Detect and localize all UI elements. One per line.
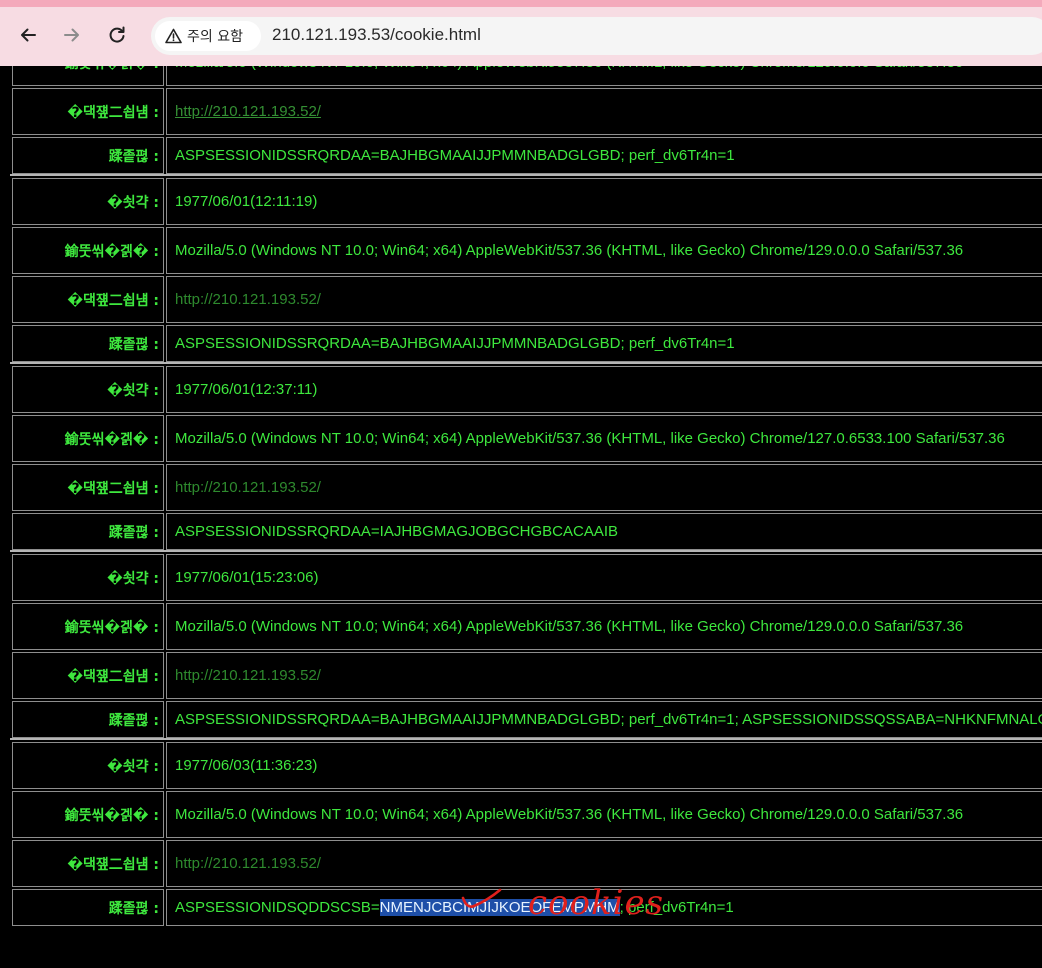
agent-value: Mozilla/5.0 (Windows NT 10.0; Win64; x64…	[166, 66, 1042, 86]
referer-row: �댁쟾二쇱냼 : http://210.121.193.52/	[10, 462, 1042, 511]
time-row: �쇳갹 : 1977/06/01(12:37:11)	[10, 364, 1042, 413]
referer-row: �댁쟾二쇱냼 : http://210.121.193.52/	[10, 274, 1042, 323]
reload-button[interactable]	[99, 17, 135, 53]
log-record: 鍮뚯씪�겕� : Mozilla/5.0 (Windows NT 10.0; W…	[10, 66, 1042, 174]
cookie-label: 蹂좉펺 :	[12, 889, 164, 926]
referer-link[interactable]: http://210.121.193.52/	[166, 464, 1042, 511]
time-value: 1977/06/01(12:11:19)	[166, 178, 1042, 225]
agent-value: Mozilla/5.0 (Windows NT 10.0; Win64; x64…	[166, 227, 1042, 274]
page-content: 鍮뚯씪�겕� : Mozilla/5.0 (Windows NT 10.0; W…	[0, 66, 1042, 968]
referer-row: �댁쟾二쇱냼 : http://210.121.193.52/	[10, 86, 1042, 135]
agent-label: 鍮뚯씪�겕� :	[12, 415, 164, 462]
log-record: �쇳갹 : 1977/06/01(12:37:11) 鍮뚯씪�겕� : Mozi…	[10, 362, 1042, 550]
agent-label: 鍮뚯씪�겕� :	[12, 603, 164, 650]
log-record: �쇳갹 : 1977/06/01(12:11:19) 鍮뚯씪�겕� : Mozi…	[10, 174, 1042, 362]
time-row: �쇳갹 : 1977/06/01(12:11:19)	[10, 176, 1042, 225]
referer-label: �댁쟾二쇱냼 :	[12, 276, 164, 323]
agent-label: 鍮뚯씪�겕� :	[12, 227, 164, 274]
address-bar[interactable]: 주의 요함 210.121.193.53/cookie.html	[151, 17, 1042, 55]
arrow-right-icon	[64, 28, 79, 42]
cookie-value: ASPSESSIONIDSSRQRDAA=BAJHBGMAAIJJPMMNBAD…	[166, 137, 1042, 174]
referer-label: �댁쟾二쇱냼 :	[12, 840, 164, 887]
agent-row: 鍮뚯씪�겕� : Mozilla/5.0 (Windows NT 10.0; W…	[10, 225, 1042, 274]
log-record: �쇳갹 : 1977/06/01(15:23:06) 鍮뚯씪�겕� : Mozi…	[10, 550, 1042, 738]
referer-link[interactable]: http://210.121.193.52/	[166, 88, 1042, 135]
agent-row: 鍮뚯씪�겕� : Mozilla/5.0 (Windows NT 10.0; W…	[10, 66, 1042, 86]
time-value: 1977/06/01(15:23:06)	[166, 554, 1042, 601]
cookie-row: 蹂좉펺 : ASPSESSIONIDSSRQRDAA=BAJHBGMAAIJJP…	[10, 323, 1042, 362]
cookie-label: 蹂좉펺 :	[12, 701, 164, 738]
browser-toolbar: 주의 요함 210.121.193.53/cookie.html	[0, 0, 1042, 66]
back-button[interactable]	[10, 17, 46, 53]
agent-row: 鍮뚯씪�겕� : Mozilla/5.0 (Windows NT 10.0; W…	[10, 601, 1042, 650]
security-warning-label: 주의 요함	[187, 29, 243, 45]
cookie-row: 蹂좉펺 : ASPSESSIONIDSSRQRDAA=BAJHBGMAAIJJP…	[10, 699, 1042, 738]
cookie-label: 蹂좉펺 :	[12, 325, 164, 362]
cookie-label: 蹂좉펺 :	[12, 513, 164, 550]
cookie-label: 蹂좉펺 :	[12, 137, 164, 174]
time-label: �쇳갹 :	[12, 554, 164, 601]
time-label: �쇳갹 :	[12, 178, 164, 225]
cookie-value: ASPSESSIONIDSSRQRDAA=BAJHBGMAAIJJPMMNBAD…	[166, 701, 1042, 738]
referer-link[interactable]: http://210.121.193.52/	[166, 276, 1042, 323]
referer-label: �댁쟾二쇱냼 :	[12, 464, 164, 511]
time-row: �쇳갹 : 1977/06/01(15:23:06)	[10, 552, 1042, 601]
cookie-row: 蹂좉펺 : ASPSESSIONIDSSRQRDAA=BAJHBGMAAIJJP…	[10, 135, 1042, 174]
referer-label: �댁쟾二쇱냼 :	[12, 88, 164, 135]
annotation-text: cookies	[528, 884, 664, 923]
agent-value: Mozilla/5.0 (Windows NT 10.0; Win64; x64…	[166, 603, 1042, 650]
agent-row: 鍮뚯씪�겕� : Mozilla/5.0 (Windows NT 10.0; W…	[10, 413, 1042, 462]
time-label: �쇳갹 :	[12, 366, 164, 413]
time-label: �쇳갹 :	[12, 742, 164, 789]
time-value: 1977/06/03(11:36:23)	[166, 742, 1042, 789]
referer-link[interactable]: http://210.121.193.52/	[166, 840, 1042, 887]
reload-icon	[109, 26, 125, 43]
cookie-prefix: ASPSESSIONIDSQDDSCSB=	[175, 899, 380, 916]
cookie-value: ASPSESSIONIDSSRQRDAA=IAJHBGMAGJOBGCHGBCA…	[166, 513, 1042, 550]
time-value: 1977/06/01(12:37:11)	[166, 366, 1042, 413]
agent-value: Mozilla/5.0 (Windows NT 10.0; Win64; x64…	[166, 791, 1042, 838]
handwritten-annotation: cookies	[461, 884, 664, 923]
agent-row: 鍮뚯씪�겕� : Mozilla/5.0 (Windows NT 10.0; W…	[10, 789, 1042, 838]
forward-button[interactable]	[54, 17, 90, 53]
warning-icon	[165, 28, 182, 44]
time-row: �쇳갹 : 1977/06/03(11:36:23)	[10, 740, 1042, 789]
cookie-row: 蹂좉펺 : ASPSESSIONIDSSRQRDAA=IAJHBGMAGJOBG…	[10, 511, 1042, 550]
referer-label: �댁쟾二쇱냼 :	[12, 652, 164, 699]
arrow-left-icon	[21, 28, 36, 42]
agent-value: Mozilla/5.0 (Windows NT 10.0; Win64; x64…	[166, 415, 1042, 462]
agent-label: 鍮뚯씪�겕� :	[12, 791, 164, 838]
referer-row: �댁쟾二쇱냼 : http://210.121.193.52/	[10, 838, 1042, 887]
cookie-log-table: 鍮뚯씪�겕� : Mozilla/5.0 (Windows NT 10.0; W…	[10, 66, 1042, 926]
agent-label: 鍮뚯씪�겕� :	[12, 66, 164, 86]
cookie-value: ASPSESSIONIDSSRQRDAA=BAJHBGMAAIJJPMMNBAD…	[166, 325, 1042, 362]
url-text[interactable]: 210.121.193.53/cookie.html	[272, 25, 481, 45]
referer-row: �댁쟾二쇱냼 : http://210.121.193.52/	[10, 650, 1042, 699]
referer-link[interactable]: http://210.121.193.52/	[166, 652, 1042, 699]
site-info-chip[interactable]: 주의 요함	[155, 21, 261, 51]
